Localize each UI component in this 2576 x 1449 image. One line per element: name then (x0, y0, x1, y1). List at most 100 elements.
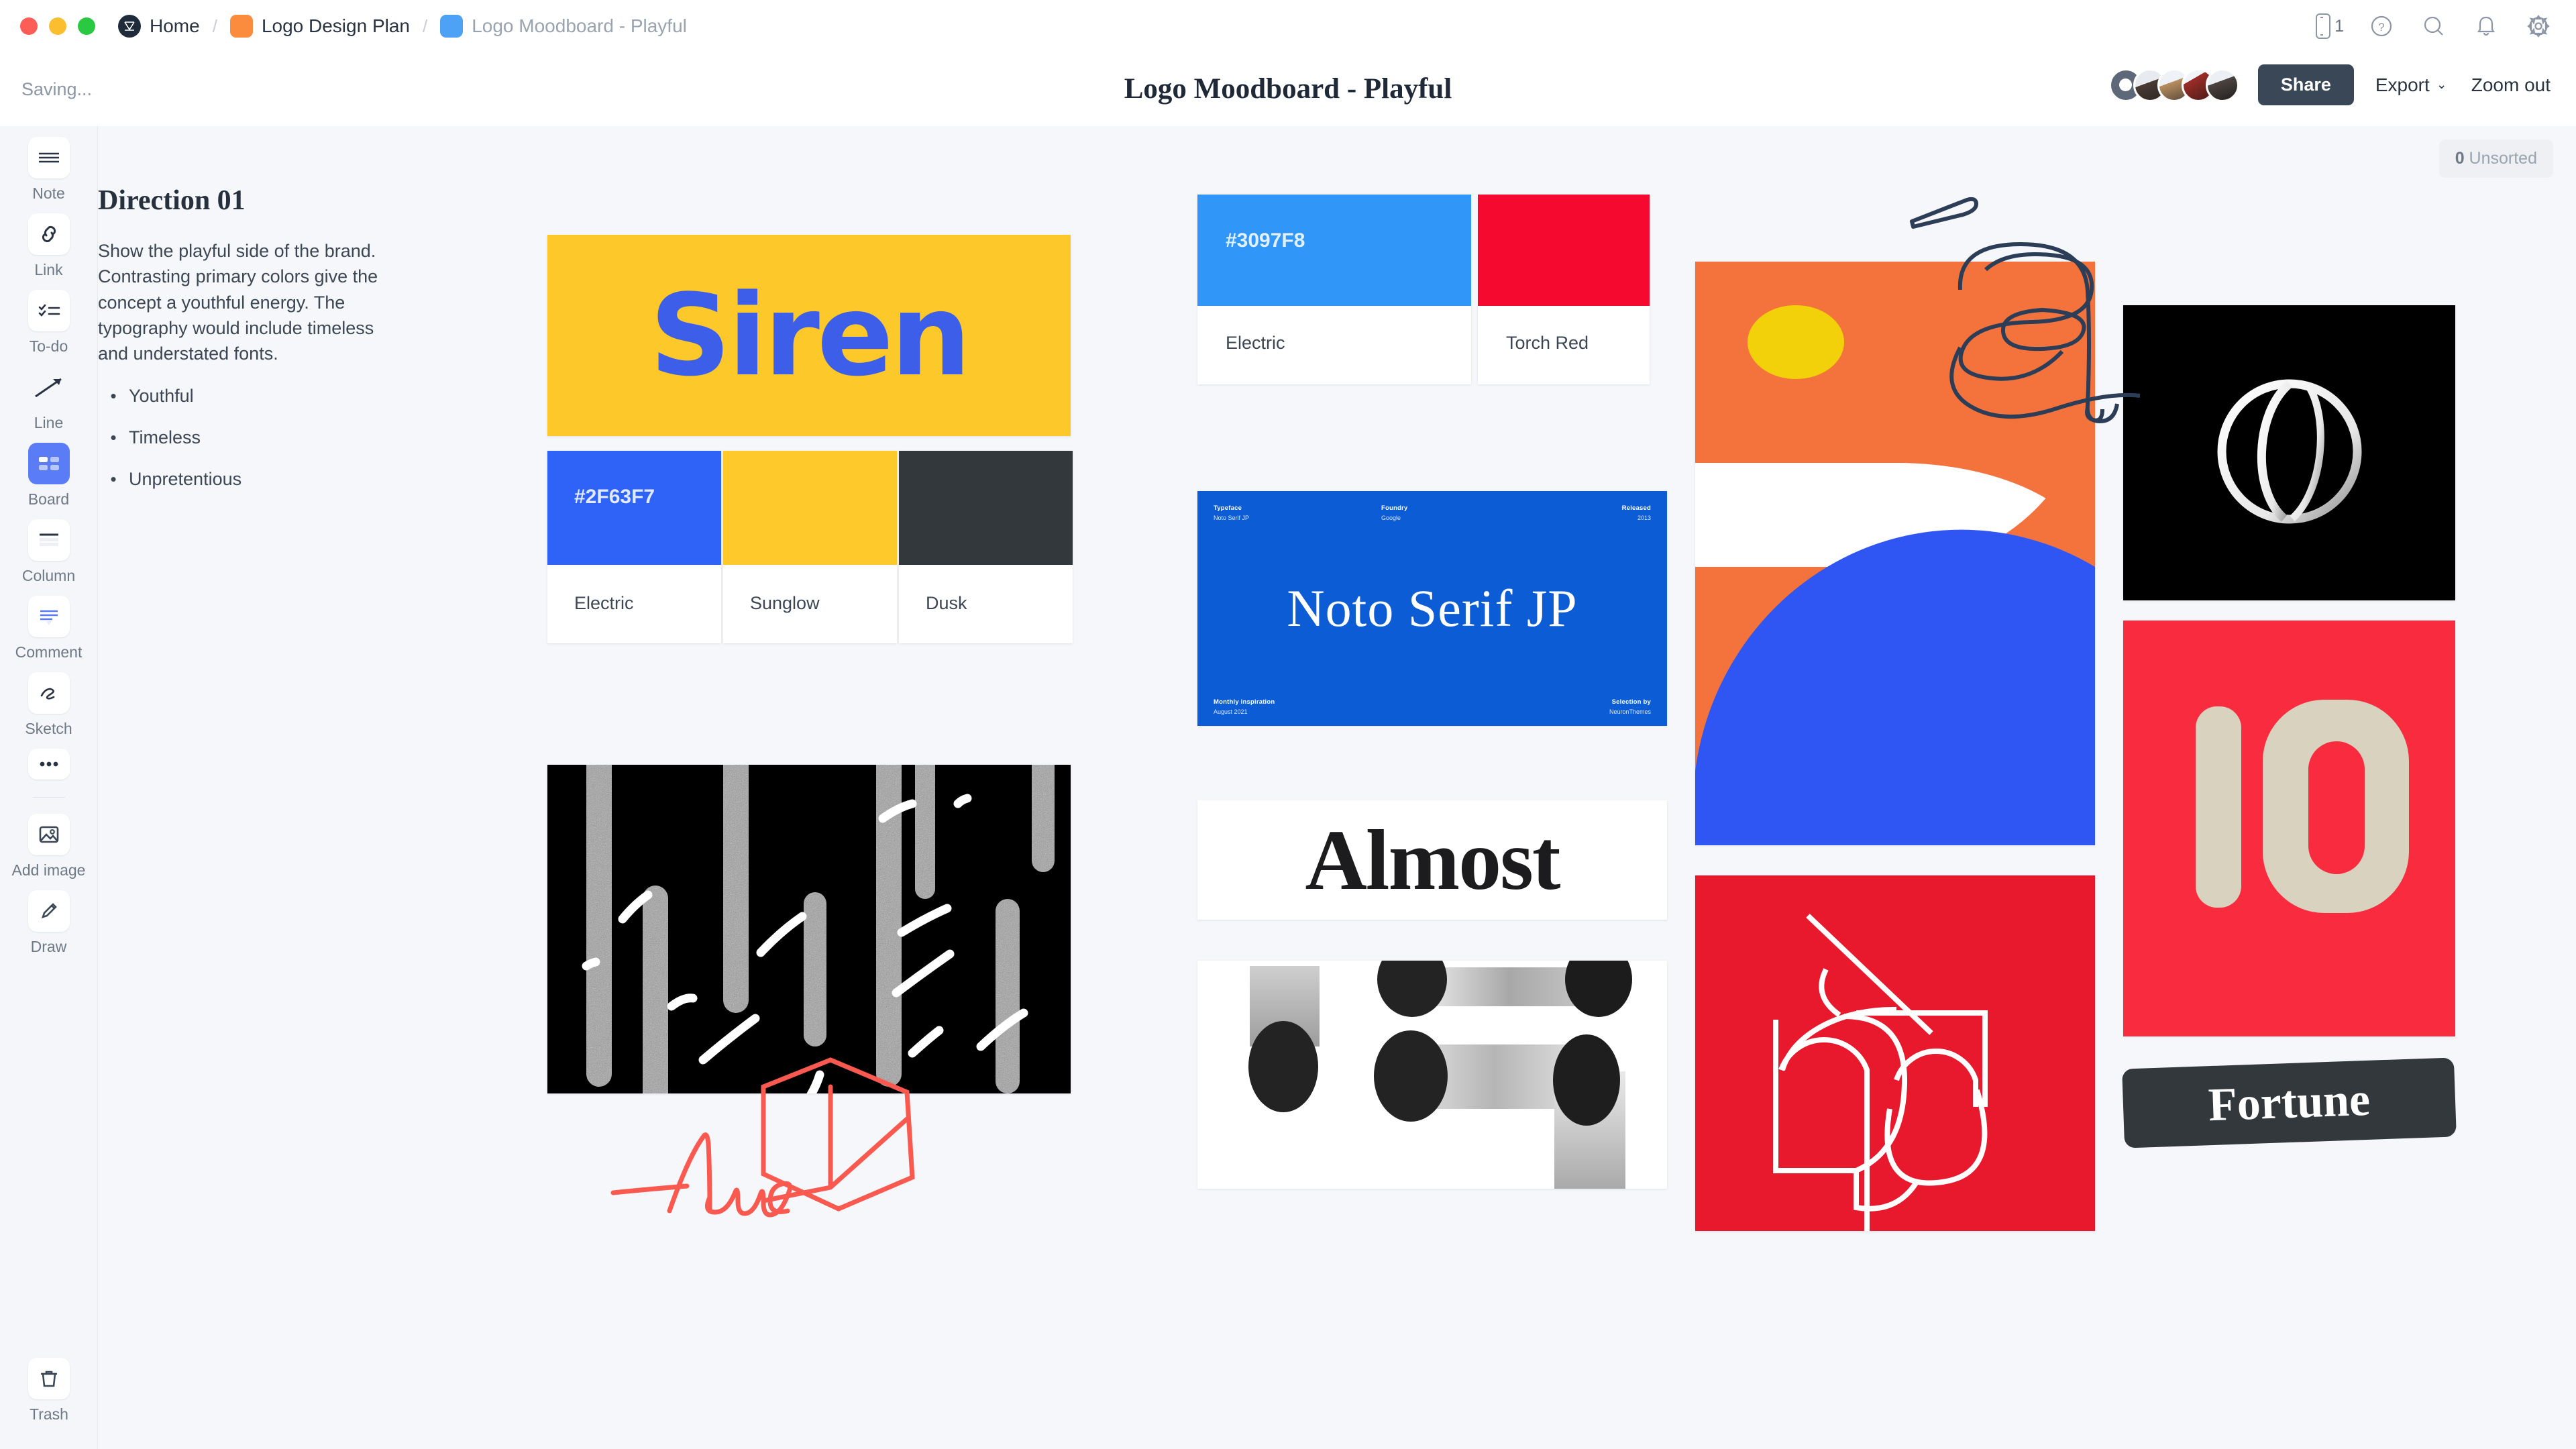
bullet-dot-icon: • (110, 468, 117, 489)
collaborator-avatars[interactable] (2108, 68, 2239, 102)
palette-small-row: #2F63F7 Electric Sunglow Dusk (547, 451, 1073, 643)
sidebar-item-label: Column (21, 567, 76, 584)
sphere-monogram-artwork (2123, 305, 2455, 600)
swatch-name: Sunglow (750, 593, 820, 613)
breadcrumb-label: Home (150, 15, 200, 36)
blue-square-icon (440, 15, 464, 38)
grayscale-abstract-card[interactable] (1197, 961, 1667, 1189)
sidebar-item-label: Add image (11, 861, 86, 879)
breadcrumb-label: Logo Design Plan (261, 15, 410, 36)
unsorted-count: 0 (2455, 149, 2465, 168)
board-actions: Share Export ⌄ Zoom out (2108, 64, 2553, 105)
red-cardboard-ten-card[interactable] (2123, 621, 2455, 1036)
bullet-dot-icon: • (110, 385, 117, 406)
sidebar-item-column[interactable]: Column (0, 519, 98, 585)
sidebar-item-draw[interactable]: Draw (0, 890, 98, 956)
color-swatch-torch-red[interactable]: Torch Red (1478, 195, 1650, 384)
sidebar-item-label: To-do (29, 337, 68, 355)
noto-serif-typeface-card[interactable]: Typeface Noto Serif JP Foundry Google Re… (1197, 491, 1667, 726)
swatch-name: Dusk (926, 593, 967, 613)
color-swatch-dusk[interactable]: Dusk (899, 451, 1073, 643)
swatch-name: Torch Red (1506, 333, 1589, 353)
sidebar-item-board[interactable]: Board (0, 443, 98, 508)
noise-texture-image-card[interactable] (547, 765, 1071, 1093)
window-titlebar: Home / Logo Design Plan / Logo Moodboard… (0, 0, 2576, 52)
svg-text:?: ? (2378, 21, 2384, 34)
sidebar-item-comment[interactable]: Comment (0, 596, 98, 661)
sidebar-item-add-image[interactable]: Add image (0, 814, 98, 879)
sidebar-item-label: Line (34, 414, 64, 431)
share-button[interactable]: Share (2257, 64, 2354, 105)
traffic-lights[interactable] (20, 17, 95, 35)
orange-geometric-card[interactable] (1695, 262, 2095, 845)
color-swatch-electric[interactable]: #2F63F7 Electric (547, 451, 721, 643)
column-icon (28, 519, 70, 561)
sidebar-item-more[interactable] (0, 749, 98, 780)
orange-square-icon (229, 15, 253, 38)
maximize-window-button[interactable] (78, 17, 95, 35)
sidebar-item-line[interactable]: Line (0, 366, 98, 432)
sidebar-item-todo[interactable]: To-do (0, 290, 98, 356)
breadcrumb-item-home[interactable]: Home (113, 15, 205, 38)
export-dropdown[interactable]: Export ⌄ (2373, 69, 2450, 101)
minimize-window-button[interactable] (49, 17, 66, 35)
color-swatch-sunglow[interactable]: Sunglow (723, 451, 897, 643)
sidebar-item-label: Sketch (25, 720, 72, 737)
noise-texture-artwork (547, 765, 1071, 1093)
notifications-bell-icon[interactable] (2471, 11, 2501, 41)
sidebar-item-sketch[interactable]: Sketch (0, 672, 98, 738)
mobile-icon[interactable]: 1 (2314, 13, 2344, 40)
list-item: • Youthful (98, 386, 433, 407)
sidebar-item-trash[interactable]: Trash (0, 1358, 98, 1424)
link-chain-icon (28, 213, 70, 255)
sidebar-item-label: Trash (30, 1405, 68, 1423)
close-window-button[interactable] (20, 17, 38, 35)
zoom-out-label: Zoom out (2471, 74, 2551, 95)
direction-title: Direction 01 (98, 185, 246, 216)
mobile-badge-count: 1 (2334, 16, 2344, 36)
breadcrumb-label: Logo Moodboard - Playful (472, 15, 687, 36)
grayscale-capsules-artwork (1197, 961, 1667, 1189)
zoom-out-button[interactable]: Zoom out (2469, 69, 2553, 101)
orange-geometric-artwork (1695, 262, 2095, 845)
breadcrumb-item-logo-design-plan[interactable]: Logo Design Plan (225, 15, 415, 38)
almost-wordmark: Almost (1305, 812, 1560, 908)
comment-bubble-icon (28, 596, 70, 637)
sidebar-item-label: Comment (15, 643, 83, 661)
red-line-monogram-card[interactable] (1695, 875, 2095, 1231)
sidebar-item-link[interactable]: Link (0, 213, 98, 279)
direction-bullet-list: • Youthful • Timeless • Unpretentious (98, 386, 433, 490)
search-icon[interactable] (2419, 11, 2449, 41)
board-grid-icon (28, 443, 70, 484)
breadcrumb-separator: / (212, 15, 217, 36)
palette-large-row: #3097F8 Electric Torch Red (1197, 195, 1650, 384)
siren-logo-card[interactable]: Siren (547, 235, 1071, 436)
list-item: • Unpretentious (98, 469, 433, 490)
trash-bin-icon (28, 1358, 70, 1399)
breadcrumb-item-current-board[interactable]: Logo Moodboard - Playful (435, 15, 692, 38)
fortune-wordmark: Fortune (2207, 1073, 2371, 1132)
sidebar-item-note[interactable]: Note (0, 137, 98, 203)
color-swatch-electric-large[interactable]: #3097F8 Electric (1197, 195, 1471, 384)
list-item: • Timeless (98, 427, 433, 448)
chevron-down-icon: ⌄ (2436, 78, 2447, 92)
unsorted-label: Unsorted (2469, 149, 2537, 168)
cardboard-ten-artwork (2123, 621, 2455, 1036)
direction-note[interactable]: Direction 01 Show the playful side of th… (98, 184, 433, 511)
unsorted-badge[interactable]: 0 Unsorted (2438, 140, 2553, 178)
swatch-color-chip: #2F63F7 (547, 451, 721, 565)
avatar[interactable] (2205, 68, 2239, 102)
help-icon[interactable]: ? (2367, 11, 2396, 41)
red-line-monogram-artwork (1695, 875, 2095, 1231)
list-item-label: Timeless (129, 427, 201, 447)
black-sphere-monogram-card[interactable] (2123, 305, 2455, 600)
fortune-logo-card[interactable]: Fortune (2122, 1057, 2457, 1148)
almost-typography-card[interactable]: Almost (1197, 800, 1667, 920)
arrow-line-icon (28, 366, 70, 408)
swatch-hex-label: #3097F8 (1226, 229, 1305, 252)
sketch-squiggle-icon (28, 672, 70, 714)
settings-gear-icon[interactable] (2524, 11, 2553, 41)
board-toolbar: Saving... Logo Moodboard - Playful Share… (0, 52, 2576, 126)
swatch-color-chip (1478, 195, 1650, 306)
sidebar-item-label: Draw (30, 938, 67, 955)
